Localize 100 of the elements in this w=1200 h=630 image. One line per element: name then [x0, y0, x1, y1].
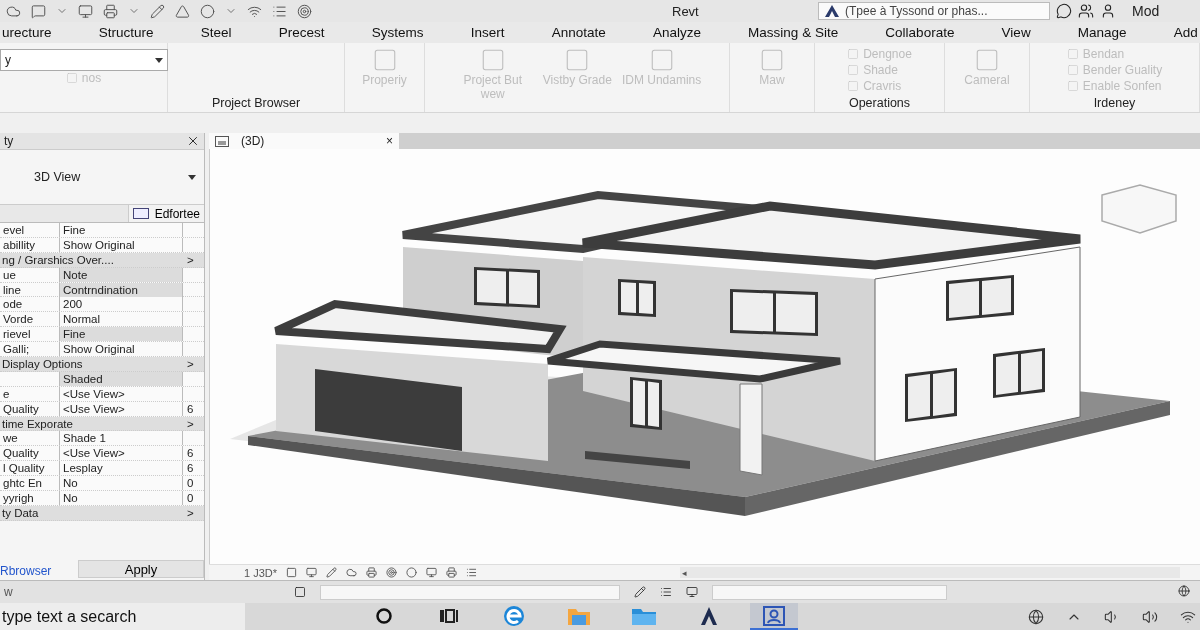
- circle-icon[interactable]: [200, 3, 215, 19]
- square-icon: [65, 72, 78, 84]
- property-value[interactable]: Shade 1: [60, 431, 183, 446]
- apply-button[interactable]: Apply: [78, 560, 204, 578]
- property-extra: 6: [186, 461, 195, 476]
- property-name: Quality: [0, 401, 60, 416]
- view-control-icon[interactable]: [326, 567, 338, 579]
- grid-icon[interactable]: [294, 586, 306, 598]
- ribbon-tab[interactable]: Analyze: [652, 25, 701, 40]
- ribbon-tab[interactable]: urecture: [2, 25, 52, 40]
- caret-icon[interactable]: [188, 174, 196, 180]
- square-icon: [847, 64, 860, 76]
- users-icon[interactable]: [1078, 3, 1094, 19]
- browser-link[interactable]: Rbrowser: [0, 560, 74, 578]
- menu-label[interactable]: Mod: [1132, 3, 1160, 19]
- square-icon: [1066, 64, 1079, 76]
- group-header[interactable]: time Exporate: [0, 416, 183, 431]
- view-control-icon[interactable]: [346, 567, 358, 579]
- triangle-icon[interactable]: [175, 3, 190, 19]
- close-icon[interactable]: [186, 134, 200, 148]
- scale-label[interactable]: 1 J3D*: [244, 566, 278, 579]
- speech-bubble-icon[interactable]: [31, 3, 46, 19]
- cloud-icon[interactable]: [6, 3, 21, 19]
- search-icon: [375, 606, 393, 625]
- property-value[interactable]: No: [60, 491, 183, 506]
- pencil-icon[interactable]: [634, 586, 646, 598]
- property-value[interactable]: <Use View>: [60, 401, 183, 416]
- monitor-icon[interactable]: [78, 3, 93, 19]
- ribbon-tab[interactable]: Annotate: [551, 25, 606, 40]
- wifi-icon[interactable]: [247, 3, 262, 19]
- property-value[interactable]: 200: [60, 297, 183, 312]
- search-field[interactable]: type text a secarch: [0, 603, 245, 630]
- expand-toggle[interactable]: >: [183, 357, 204, 371]
- globe-icon[interactable]: [1028, 608, 1044, 625]
- list-icon[interactable]: [272, 3, 287, 19]
- model-canvas[interactable]: [209, 149, 1200, 565]
- ribbon-tab[interactable]: Steel: [200, 25, 232, 40]
- view-control-icon[interactable]: [446, 567, 458, 579]
- property-name: evel: [0, 223, 60, 237]
- property-extra: 0: [186, 491, 195, 506]
- property-extra: 6: [186, 446, 195, 461]
- property-value[interactable]: Fine: [60, 327, 183, 342]
- view-control-icon[interactable]: [386, 567, 398, 579]
- property-name: e: [0, 386, 60, 401]
- expand-toggle[interactable]: >: [183, 252, 204, 267]
- view-control-icon[interactable]: [306, 567, 318, 579]
- view-control-icon[interactable]: [406, 567, 418, 579]
- property-name: Quality: [0, 446, 60, 461]
- search-field[interactable]: (Tpee à Tyssond or phas...: [818, 2, 1050, 20]
- type-dropdown[interactable]: y: [0, 49, 168, 71]
- property-value[interactable]: Normal: [60, 312, 183, 327]
- property-name: l Quality: [0, 461, 60, 476]
- document-tab[interactable]: (3D) ×: [209, 133, 399, 150]
- property-value[interactable]: Fine: [60, 223, 183, 237]
- monitor-icon[interactable]: [686, 586, 698, 598]
- view-control-icon[interactable]: [466, 567, 478, 579]
- list-icon[interactable]: [660, 586, 672, 598]
- chat-icon[interactable]: [1056, 3, 1072, 19]
- expand-toggle[interactable]: >: [183, 416, 204, 431]
- ribbon-tab[interactable]: Structure: [98, 25, 154, 40]
- property-value[interactable]: <Use View>: [60, 386, 183, 401]
- user-icon[interactable]: [1100, 3, 1116, 19]
- expand-toggle[interactable]: >: [183, 505, 204, 520]
- speaker-icon[interactable]: [1142, 608, 1158, 625]
- panel-label: Operations: [847, 96, 912, 110]
- ribbon-tab[interactable]: Systems: [371, 25, 424, 40]
- ribbon-tab[interactable]: Collaborate: [885, 25, 955, 40]
- globe-icon[interactable]: [1178, 584, 1190, 597]
- view-control-icon[interactable]: [426, 567, 438, 579]
- group-header[interactable]: ty Data: [0, 505, 183, 520]
- view-control-icon[interactable]: [366, 567, 378, 579]
- ribbon-tab[interactable]: Insert: [470, 25, 505, 40]
- triangle-icon: [699, 605, 719, 626]
- ribbon-tab[interactable]: Manage: [1077, 25, 1127, 40]
- printer-icon[interactable]: [103, 3, 118, 19]
- person-icon: [763, 605, 785, 626]
- status-text: w: [3, 585, 14, 599]
- group-header[interactable]: Display Options: [0, 357, 183, 371]
- property-name: ode: [0, 297, 60, 312]
- property-value[interactable]: Show Original: [60, 342, 183, 357]
- scroll-arrow[interactable]: ◂: [682, 567, 687, 578]
- edit-type-button[interactable]: Edfortee: [127, 205, 204, 222]
- group-header[interactable]: ng / Grarshics Over....: [0, 252, 183, 267]
- target-icon[interactable]: [297, 3, 312, 19]
- property-value[interactable]: No: [60, 476, 183, 491]
- property-value[interactable]: Show Original: [60, 237, 183, 252]
- ribbon-tab[interactable]: View: [1001, 25, 1031, 40]
- ribbon-tab[interactable]: Massing & Site: [748, 25, 839, 40]
- caret-icon[interactable]: [155, 57, 163, 63]
- square-icon: [1066, 80, 1079, 92]
- pencil-icon[interactable]: [150, 3, 165, 19]
- property-extra: 6: [186, 401, 195, 416]
- ribbon-tab[interactable]: Add: [1173, 25, 1198, 40]
- logo-icon: [824, 4, 840, 18]
- property-value[interactable]: Lesplay: [60, 461, 183, 476]
- panel-label: Irdeney: [1092, 96, 1137, 110]
- view-control-icon[interactable]: [286, 567, 298, 579]
- property-value[interactable]: <Use View>: [60, 446, 183, 461]
- ribbon-tab[interactable]: Precest: [278, 25, 325, 40]
- property-name: abillity: [0, 237, 60, 252]
